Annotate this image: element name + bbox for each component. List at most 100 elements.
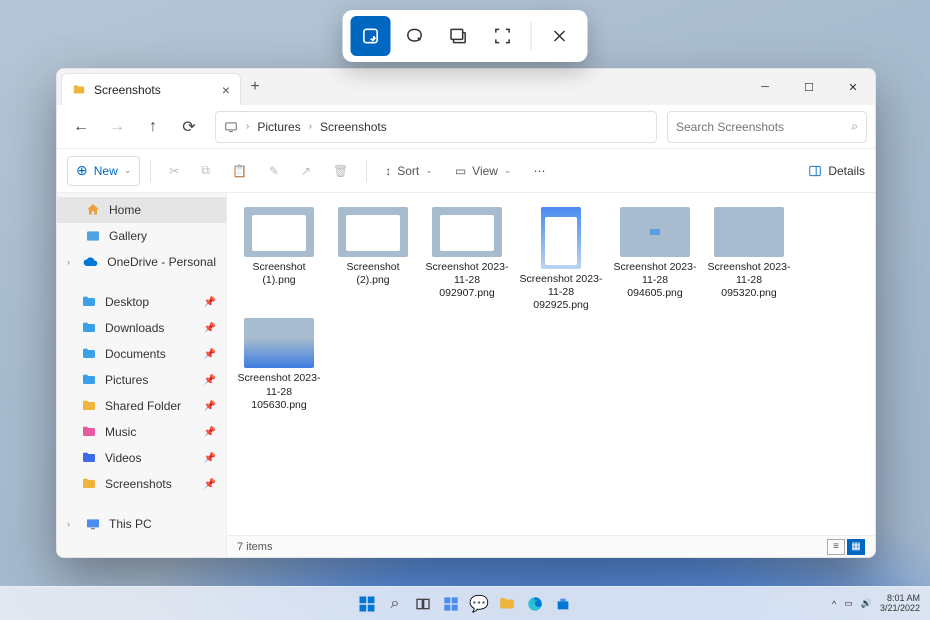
paste-button[interactable]: 📋 bbox=[224, 156, 255, 186]
folder-icon bbox=[81, 450, 97, 466]
list-view-toggle[interactable]: ≡ bbox=[827, 539, 845, 555]
sidebar-item-pictures[interactable]: Pictures📌 bbox=[57, 367, 226, 393]
sidebar-icon bbox=[83, 254, 99, 270]
share-button[interactable]: ↗ bbox=[293, 156, 319, 186]
sidebar-item-screenshots[interactable]: Screenshots📌 bbox=[57, 471, 226, 497]
sidebar-icon bbox=[85, 228, 101, 244]
folder-icon bbox=[81, 346, 97, 362]
folder-icon bbox=[81, 424, 97, 440]
chevron-icon: › bbox=[67, 257, 75, 267]
chevron-icon: › bbox=[67, 519, 77, 529]
sidebar-item-home[interactable]: Home bbox=[57, 197, 226, 223]
details-pane-button[interactable]: Details bbox=[808, 164, 865, 178]
taskview-button[interactable] bbox=[412, 593, 434, 615]
file-item[interactable]: Screenshot 2023-11-28 105630.png bbox=[237, 318, 321, 411]
sidebar-item-desktop[interactable]: Desktop📌 bbox=[57, 289, 226, 315]
sidebar-item-downloads[interactable]: Downloads📌 bbox=[57, 315, 226, 341]
maximize-button[interactable]: ☐ bbox=[787, 71, 831, 103]
pin-icon: 📌 bbox=[204, 479, 216, 490]
breadcrumb-item[interactable]: Pictures bbox=[257, 120, 300, 134]
folder-icon bbox=[72, 83, 86, 97]
sort-button[interactable]: ↕ Sort ⌄ bbox=[377, 156, 441, 186]
file-item[interactable]: Screenshot 2023-11-28 092907.png bbox=[425, 207, 509, 312]
folder-icon bbox=[81, 372, 97, 388]
delete-button[interactable]: 🗑 bbox=[325, 156, 356, 186]
snipping-toolbar bbox=[343, 10, 588, 62]
store-taskbar-icon[interactable] bbox=[552, 593, 574, 615]
sidebar-item-videos[interactable]: Videos📌 bbox=[57, 445, 226, 471]
thumbnail bbox=[432, 207, 502, 257]
rename-button[interactable]: ✎ bbox=[261, 156, 287, 186]
search-icon: ⌕ bbox=[851, 119, 858, 134]
back-button[interactable]: ← bbox=[65, 111, 97, 143]
start-button[interactable] bbox=[356, 593, 378, 615]
forward-button[interactable]: → bbox=[101, 111, 133, 143]
thumbnail bbox=[541, 207, 581, 269]
tray-chevron-icon[interactable]: ^ bbox=[832, 599, 836, 609]
sidebar-item-this-pc[interactable]: ›This PC bbox=[57, 511, 226, 537]
search-box[interactable]: ⌕ bbox=[667, 111, 867, 143]
file-item[interactable]: Screenshot 2023-11-28 095320.png bbox=[707, 207, 791, 312]
file-item[interactable]: Screenshot 2023-11-28 094605.png bbox=[613, 207, 697, 312]
cut-button[interactable]: ✂ bbox=[161, 156, 187, 186]
new-button[interactable]: ⊕ New ⌄ bbox=[67, 156, 140, 186]
tray-network-icon[interactable]: ▭ bbox=[844, 598, 853, 609]
snip-window-button[interactable] bbox=[439, 16, 479, 56]
view-button[interactable]: ▭ View ⌄ bbox=[447, 156, 520, 186]
thumbnail bbox=[244, 207, 314, 257]
sidebar-item-gallery[interactable]: Gallery bbox=[57, 223, 226, 249]
thumbnail bbox=[714, 207, 784, 257]
folder-icon bbox=[81, 294, 97, 310]
sidebar-icon bbox=[85, 202, 101, 218]
more-button[interactable]: ⋯ bbox=[526, 156, 554, 186]
navigation-pane: HomeGallery›OneDrive - PersonalDesktop📌D… bbox=[57, 193, 227, 557]
thumbnail bbox=[620, 207, 690, 257]
icon-view-toggle[interactable]: ▦ bbox=[847, 539, 865, 555]
breadcrumb-item[interactable]: Screenshots bbox=[320, 120, 387, 134]
snip-freeform-button[interactable] bbox=[395, 16, 435, 56]
tab-screenshots[interactable]: Screenshots × bbox=[61, 73, 241, 105]
refresh-button[interactable]: ⟳ bbox=[173, 111, 205, 143]
minimize-button[interactable]: ─ bbox=[743, 71, 787, 103]
folder-icon bbox=[81, 320, 97, 336]
thumbnail bbox=[244, 318, 314, 368]
edge-taskbar-icon[interactable] bbox=[524, 593, 546, 615]
close-button[interactable]: ✕ bbox=[831, 71, 875, 103]
sidebar-item-shared-folder[interactable]: Shared Folder📌 bbox=[57, 393, 226, 419]
copy-button[interactable]: ⧉ bbox=[193, 156, 218, 186]
sidebar-item-documents[interactable]: Documents📌 bbox=[57, 341, 226, 367]
sidebar-item-onedrive---personal[interactable]: ›OneDrive - Personal bbox=[57, 249, 226, 275]
file-item[interactable]: Screenshot 2023-11-28 092925.png bbox=[519, 207, 603, 312]
tray-volume-icon[interactable]: 🔊 bbox=[861, 598, 872, 609]
file-item[interactable]: Screenshot (2).png bbox=[331, 207, 415, 312]
pin-icon: 📌 bbox=[204, 323, 216, 334]
pin-icon: 📌 bbox=[204, 375, 216, 386]
tab-strip: Screenshots × + ─ ☐ ✕ bbox=[57, 69, 875, 105]
snip-rectangle-button[interactable] bbox=[351, 16, 391, 56]
widgets-button[interactable] bbox=[440, 593, 462, 615]
breadcrumb[interactable]: › Pictures › Screenshots bbox=[215, 111, 657, 143]
snip-close-button[interactable] bbox=[540, 16, 580, 56]
file-item[interactable]: Screenshot (1).png bbox=[237, 207, 321, 312]
file-name: Screenshot 2023-11-28 095320.png bbox=[707, 261, 791, 300]
sidebar-item-music[interactable]: Music📌 bbox=[57, 419, 226, 445]
explorer-taskbar-icon[interactable] bbox=[496, 593, 518, 615]
file-name: Screenshot 2023-11-28 092925.png bbox=[519, 273, 603, 312]
clock[interactable]: 8:01 AM 3/21/2022 bbox=[880, 594, 920, 614]
search-button[interactable]: ⌕ bbox=[384, 593, 406, 615]
taskbar: ⌕ 💬 ^ ▭ 🔊 8:01 AM 3/21/2022 bbox=[0, 586, 930, 620]
search-input[interactable] bbox=[676, 120, 843, 134]
navigation-bar: ← → ↑ ⟳ › Pictures › Screenshots ⌕ bbox=[57, 105, 875, 149]
up-button[interactable]: ↑ bbox=[137, 111, 169, 143]
pin-icon: 📌 bbox=[204, 427, 216, 438]
file-grid: Screenshot (1).png Screenshot (2).png Scre… bbox=[227, 193, 875, 535]
pin-icon: 📌 bbox=[204, 349, 216, 360]
thumbnail bbox=[338, 207, 408, 257]
new-tab-button[interactable]: + bbox=[241, 78, 269, 96]
chat-button[interactable]: 💬 bbox=[468, 593, 490, 615]
snip-fullscreen-button[interactable] bbox=[483, 16, 523, 56]
tab-close-icon[interactable]: × bbox=[222, 82, 230, 98]
file-name: Screenshot (2).png bbox=[331, 261, 415, 287]
pin-icon: 📌 bbox=[204, 401, 216, 412]
file-name: Screenshot (1).png bbox=[237, 261, 321, 287]
